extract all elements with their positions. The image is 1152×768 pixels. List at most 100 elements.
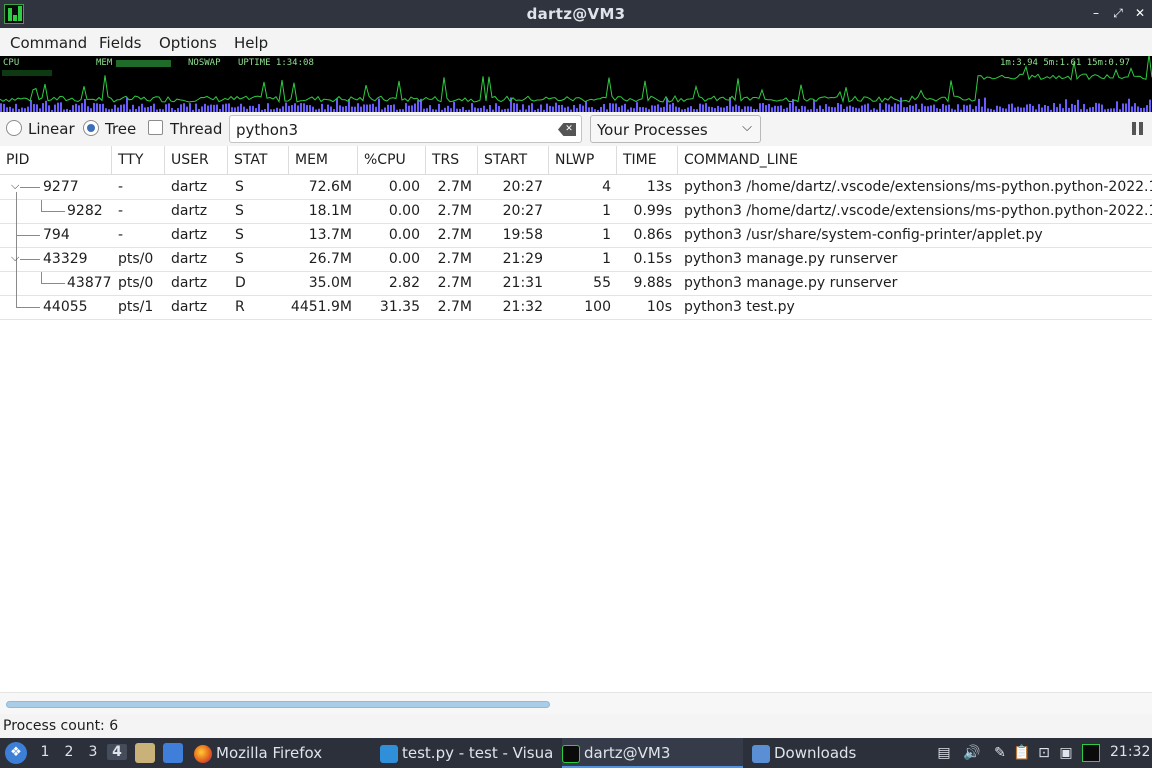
- mem-bar: [837, 103, 839, 112]
- task-downloads[interactable]: Downloads: [752, 738, 902, 768]
- thread-label[interactable]: Thread: [170, 120, 222, 138]
- mem-bar: [915, 103, 917, 112]
- cell-stat: S: [235, 179, 244, 195]
- mem-bar: [33, 104, 35, 112]
- network-icon[interactable]: ⊡: [1035, 744, 1053, 762]
- mem-bar: [42, 103, 44, 112]
- task-manager-icon: [562, 744, 580, 763]
- mem-bar: [603, 103, 605, 112]
- workspace-1[interactable]: 1: [35, 744, 55, 760]
- mem-bar: [948, 104, 950, 112]
- mem-bar: [555, 102, 557, 112]
- mem-bar: [561, 104, 563, 112]
- mem-bar: [900, 97, 902, 112]
- table-row[interactable]: ⌵ 9277 - dartz S 72.6M 0.00 2.7M 20:27 4…: [0, 176, 1152, 200]
- display-icon[interactable]: ▣: [1057, 744, 1075, 762]
- mem-bar: [204, 103, 206, 112]
- table-row[interactable]: 794 - dartz S 13.7M 0.00 2.7M 19:58 1 0.…: [0, 224, 1152, 248]
- start-menu-icon[interactable]: ❖: [5, 742, 27, 764]
- pause-icon[interactable]: [1132, 122, 1144, 135]
- workspace-4[interactable]: 4: [107, 744, 127, 760]
- menu-options[interactable]: Options: [159, 34, 217, 52]
- mem-bar: [840, 104, 842, 112]
- mem-bar: [30, 99, 32, 112]
- task-manager-tray-icon[interactable]: [1082, 744, 1100, 762]
- column-command-line[interactable]: COMMAND_LINE: [678, 146, 1152, 175]
- task-task-manager[interactable]: dartz@VM3: [562, 738, 743, 768]
- cell-command-line: python3 manage.py runserver: [684, 251, 898, 267]
- column-start[interactable]: START: [478, 146, 549, 175]
- search-input[interactable]: python3 ✕: [229, 115, 582, 143]
- column-nlwp[interactable]: NLWP: [549, 146, 617, 175]
- process-filter-select[interactable]: Your Processes ⌵: [590, 115, 761, 143]
- process-filter-value: Your Processes: [597, 121, 708, 139]
- column-mem[interactable]: MEM: [289, 146, 358, 175]
- minimize-button[interactable]: –: [1088, 5, 1104, 21]
- table-row[interactable]: ⌵ 43329 pts/0 dartz S 26.7M 0.00 2.7M 21…: [0, 248, 1152, 272]
- table-row[interactable]: 9282 - dartz S 18.1M 0.00 2.7M 20:27 1 0…: [0, 200, 1152, 224]
- search-value[interactable]: python3: [236, 121, 298, 139]
- mem-bar: [327, 104, 329, 112]
- cell-user: dartz: [171, 203, 208, 219]
- mem-bar: [405, 103, 407, 112]
- mem-bar: [885, 103, 887, 112]
- mem-bar: [285, 102, 287, 112]
- column-cpu[interactable]: %CPU: [358, 146, 426, 175]
- task-vscode[interactable]: test.py - test - Visua...: [380, 738, 552, 768]
- storage-icon[interactable]: ▤: [935, 744, 953, 762]
- notes-icon[interactable]: ✎: [991, 744, 1009, 762]
- cell-command-line: python3 /home/dartz/.vscode/extensions/m…: [684, 179, 1152, 195]
- linear-radio[interactable]: [6, 120, 22, 136]
- table-row[interactable]: 44055 pts/1 dartz R 4451.9M 31.35 2.7M 2…: [0, 296, 1152, 320]
- column-tty[interactable]: TTY: [112, 146, 165, 175]
- cell-trs: 2.7M: [437, 275, 472, 291]
- collapse-icon[interactable]: ⌵: [11, 251, 19, 265]
- menu-fields[interactable]: Fields: [99, 34, 141, 52]
- workspace-2[interactable]: 2: [59, 744, 79, 760]
- mem-bar: [75, 103, 77, 112]
- column-user[interactable]: USER: [165, 146, 228, 175]
- column-time[interactable]: TIME: [617, 146, 678, 175]
- horizontal-scrollbar[interactable]: [0, 692, 1152, 714]
- cell-start: 21:31: [502, 275, 543, 291]
- cell-pid: 794: [43, 227, 70, 243]
- close-button[interactable]: ✕: [1132, 5, 1148, 21]
- mem-bar: [225, 103, 227, 112]
- cell-command-line: python3 /home/dartz/.vscode/extensions/m…: [684, 203, 1152, 219]
- maximize-button[interactable]: ⤢: [1110, 5, 1126, 21]
- column-trs[interactable]: TRS: [426, 146, 478, 175]
- collapse-icon[interactable]: ⌵: [11, 179, 19, 193]
- table-row[interactable]: 43877 pts/0 dartz D 35.0M 2.82 2.7M 21:3…: [0, 272, 1152, 296]
- tree-label[interactable]: Tree: [105, 120, 136, 138]
- clear-text-icon[interactable]: ✕: [558, 123, 576, 136]
- mem-bar: [984, 97, 986, 112]
- mem-bar: [189, 103, 191, 112]
- mem-bar: [84, 98, 86, 112]
- mem-bar: [60, 102, 62, 112]
- clipboard-icon[interactable]: 📋: [1013, 744, 1031, 762]
- linear-label[interactable]: Linear: [28, 120, 75, 138]
- cell-time: 0.99s: [633, 203, 672, 219]
- desktop-icon[interactable]: [163, 743, 183, 763]
- menu-help[interactable]: Help: [234, 34, 268, 52]
- cell-stat: S: [235, 203, 244, 219]
- cell-start: 21:29: [502, 251, 543, 267]
- taskbar: ❖ 1 2 3 4 Mozilla Firefox test.py - test…: [0, 738, 1152, 768]
- file-manager-icon[interactable]: [135, 743, 155, 763]
- task-firefox[interactable]: Mozilla Firefox: [194, 738, 366, 768]
- mem-bar: [126, 97, 128, 112]
- mem-bar: [123, 104, 125, 112]
- mem-bar: [522, 104, 524, 112]
- scrollbar-thumb[interactable]: [6, 701, 550, 708]
- cell-nlwp: 100: [584, 299, 611, 315]
- column-stat[interactable]: STAT: [228, 146, 289, 175]
- menu-command[interactable]: Command: [10, 34, 87, 52]
- column-pid[interactable]: PID: [0, 146, 112, 175]
- mem-bar: [615, 103, 617, 112]
- tree-radio[interactable]: [83, 120, 99, 136]
- mem-bar: [699, 103, 701, 112]
- workspace-3[interactable]: 3: [83, 744, 103, 760]
- volume-icon[interactable]: 🔊: [963, 744, 981, 762]
- thread-checkbox[interactable]: [148, 120, 163, 135]
- task-label: dartz@VM3: [584, 744, 671, 762]
